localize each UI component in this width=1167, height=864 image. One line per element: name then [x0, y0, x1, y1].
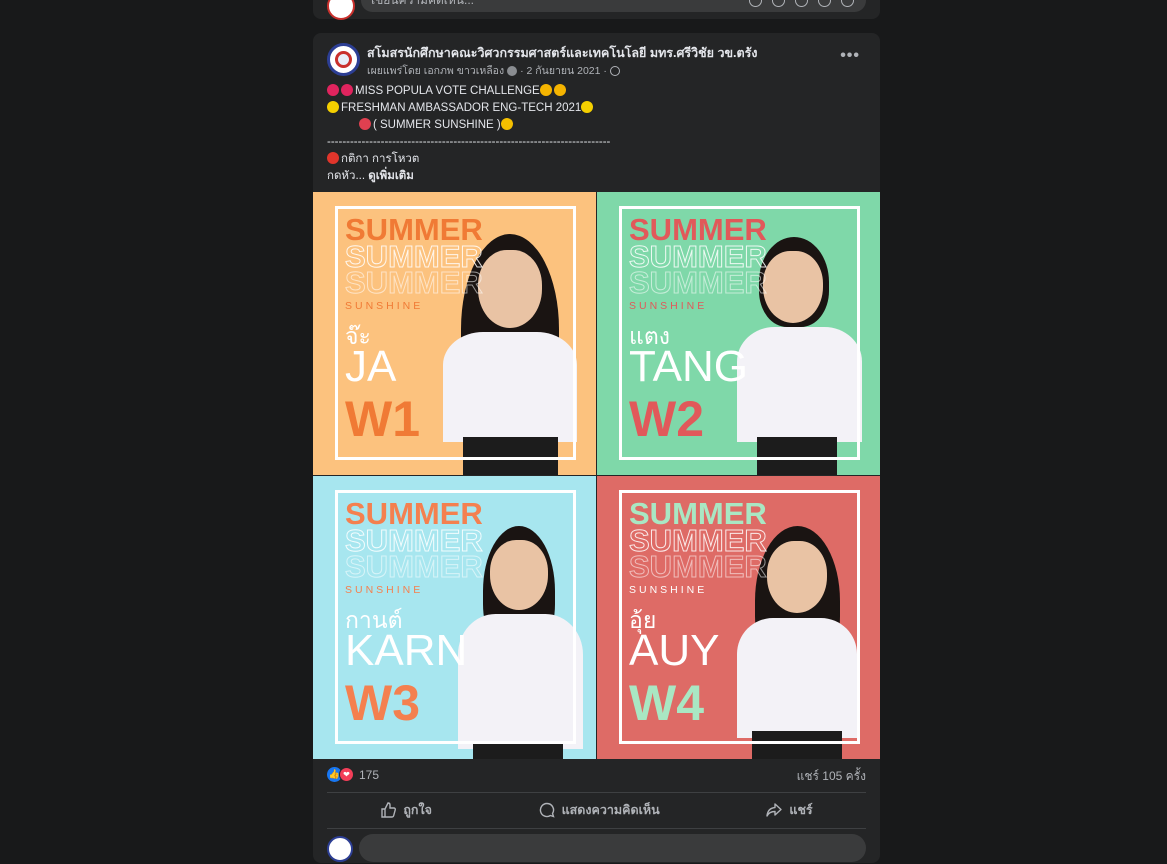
divider: [327, 792, 866, 793]
post-line-6: กดหัว...: [327, 170, 366, 182]
camera-icon[interactable]: [795, 0, 808, 7]
share-button[interactable]: แชร์: [766, 800, 813, 820]
previous-post-card: เขียนความคิดเห็น...: [313, 0, 880, 20]
post-card: สโมสรนักศึกษาคณะวิศวกรรมศาสตร์และเทคโนโล…: [313, 33, 880, 863]
heart-emoji-icon: [341, 84, 353, 96]
post-line-2: FRESHMAN AMBASSADOR ENG-TECH 2021: [341, 102, 582, 114]
comment-bubble-icon: [539, 802, 555, 818]
share-arrow-icon: [766, 803, 783, 817]
comment-placeholder: เขียนความคิดเห็น...: [371, 0, 474, 7]
sunshine-text: SUNSHINE: [345, 300, 424, 312]
reaction-count[interactable]: 175: [359, 768, 379, 782]
love-reaction-icon: ❤: [339, 767, 354, 782]
more-options-button[interactable]: •••: [840, 47, 860, 65]
post-text: MISS POPULA VOTE CHALLENGE FRESHMAN AMBA…: [327, 83, 610, 185]
user-avatar[interactable]: [327, 836, 353, 862]
globe-icon: [609, 65, 620, 76]
sticker-icon[interactable]: [749, 0, 762, 7]
post-meta: เผยแพร่โดย เอกภพ ขาวเหลือง · 2 กันยายน 2…: [367, 62, 620, 79]
page-avatar[interactable]: [327, 43, 360, 76]
post-actions: ถูกใจ แสดงความคิดเห็น แชร์: [327, 794, 866, 826]
write-comment-row: [327, 834, 866, 864]
page-name-link[interactable]: สโมสรนักศึกษาคณะวิศวกรรมศาสตร์และเทคโนโล…: [367, 43, 757, 63]
divider: [327, 828, 866, 829]
photo-tile-w1[interactable]: SUMMER SUMMER SUMMER SUNSHINE จ๊ะ JA W1: [313, 192, 596, 475]
share-label: แชร์: [789, 803, 813, 817]
photo-tile-w4[interactable]: SUMMER SUMMER SUMMER SUNSHINE อุ้ย AUY W…: [597, 476, 880, 759]
summer-outline-text: SUMMER: [629, 265, 768, 301]
user-avatar[interactable]: [327, 0, 355, 20]
english-nickname: TANG: [629, 342, 748, 391]
contestant-code: W2: [629, 391, 704, 447]
write-comment-input[interactable]: [359, 834, 866, 862]
contestant-code: W1: [345, 391, 420, 447]
photo-tile-w3[interactable]: SUMMER SUMMER SUMMER SUNSHINE กานต์ KARN…: [313, 476, 596, 759]
reaction-summary[interactable]: 👍 ❤ 175: [327, 767, 379, 782]
sunshine-text: SUNSHINE: [629, 300, 708, 312]
thumbs-up-emoji-icon: [553, 84, 566, 96]
info-icon[interactable]: [507, 65, 518, 76]
emoji-icon[interactable]: [772, 0, 785, 7]
target-emoji-icon: [327, 152, 339, 164]
heart-emoji-icon: [327, 84, 339, 96]
like-label: ถูกใจ: [403, 803, 432, 817]
contestant-code: W3: [345, 675, 420, 731]
photo-grid: SUMMER SUMMER SUMMER SUNSHINE จ๊ะ JA W1 …: [313, 192, 880, 759]
like-button[interactable]: ถูกใจ: [380, 800, 432, 820]
sun-emoji-icon: [581, 101, 594, 113]
post-date[interactable]: · 2 กันยายน 2021 ·: [520, 62, 607, 79]
post-line-1: MISS POPULA VOTE CHALLENGE: [355, 85, 540, 97]
comment-button[interactable]: แสดงความคิดเห็น: [539, 800, 660, 820]
gif-icon[interactable]: [818, 0, 831, 7]
umbrella-emoji-icon: [358, 118, 371, 130]
sunshine-text: SUNSHINE: [629, 584, 708, 596]
sun-face-emoji-icon: [500, 118, 513, 130]
english-nickname: AUY: [629, 626, 720, 675]
published-by[interactable]: เผยแพร่โดย เอกภพ ขาวเหลือง: [367, 62, 504, 79]
thumbs-up-emoji-icon: [539, 84, 552, 96]
post-line-5: กติกา การโหวต: [341, 153, 420, 165]
avatar-sticker-icon[interactable]: [841, 0, 854, 7]
sunshine-text: SUNSHINE: [345, 584, 424, 596]
english-nickname: KARN: [345, 626, 468, 675]
post-line-3: ( SUMMER SUNSHINE ): [372, 119, 501, 131]
comment-tools: [749, 0, 854, 7]
photo-tile-w2[interactable]: SUMMER SUMMER SUMMER SUNSHINE แตง TANG W…: [597, 192, 880, 475]
summer-outline-text: SUMMER: [345, 265, 484, 301]
summer-outline-text: SUMMER: [629, 549, 768, 585]
sun-emoji-icon: [327, 101, 339, 113]
comment-label: แสดงความคิดเห็น: [561, 803, 660, 817]
share-count[interactable]: แชร์ 105 ครั้ง: [797, 767, 866, 786]
comment-input[interactable]: เขียนความคิดเห็น...: [361, 0, 866, 12]
thumbs-up-icon: [381, 802, 397, 818]
contestant-code: W4: [629, 675, 704, 731]
post-line-4: ----------------------------------------…: [327, 136, 611, 148]
english-nickname: JA: [345, 342, 397, 391]
see-more-link[interactable]: ดูเพิ่มเติม: [368, 170, 414, 182]
summer-outline-text: SUMMER: [345, 549, 484, 585]
